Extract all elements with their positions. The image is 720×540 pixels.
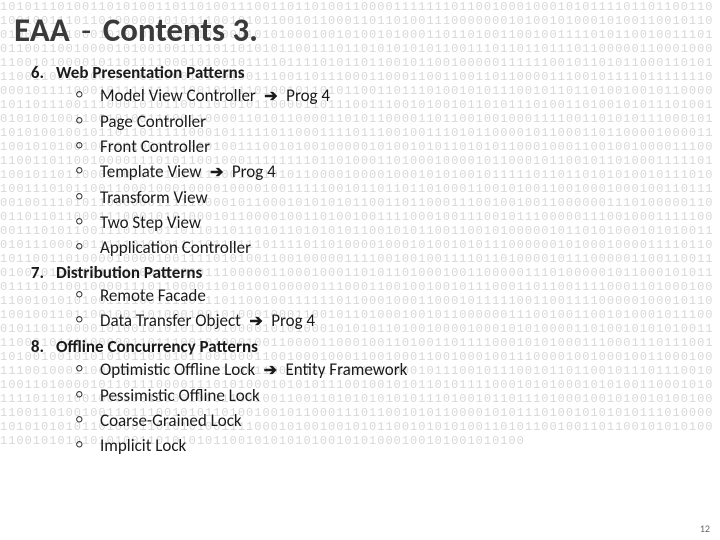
list-item: Application Controller [76,235,720,260]
sub-list: Remote FacadeData Transfer Object ➔ Prog… [24,283,720,334]
section-header-row: 6. Web Presentation Patterns [24,62,720,83]
arrow-right-icon: ➔ [259,362,281,379]
section: 8. Offline Concurrency PatternsOptimistic… [24,336,720,458]
item-text: Page Controller [100,111,206,132]
section-header-row: 8. Offline Concurrency Patterns [24,336,720,357]
list-item: Implicit Lock [76,433,720,458]
arrow-right-icon: ➔ [206,164,228,181]
item-text: Two Step View [100,212,201,233]
page-number: 12 [700,522,710,535]
title-dash: - [74,10,99,50]
list-item: Two Step View [76,210,720,235]
section-header-row: 7. Distribution Patterns [24,262,720,283]
list-item: Optimistic Offline Lock ➔ Entity Framewo… [76,357,720,383]
item-text: Data Transfer Object [100,310,241,331]
item-link: Entity Framework [285,359,407,380]
item-text: Transform View [100,187,208,208]
page-title: EAA - Contents 3. [0,0,720,50]
item-text: Optimistic Offline Lock [100,359,255,380]
main-list: 6. Web Presentation PatternsModel View Co… [24,62,720,458]
item-text: Template View [100,161,202,182]
list-item: Template View ➔ Prog 4 [76,159,720,185]
section: 6. Web Presentation PatternsModel View Co… [24,62,720,260]
item-text: Coarse-Grained Lock [100,410,242,431]
section-number: 6. [24,62,44,83]
arrow-right-icon: ➔ [245,313,267,330]
item-text: Implicit Lock [100,435,186,456]
item-link: Prog 4 [232,161,276,182]
section: 7.Distribution PatternsRemote FacadeData… [24,262,720,334]
title-prefix: EAA [14,10,70,50]
list-item: Data Transfer Object ➔ Prog 4 [76,308,720,334]
list-item: Model View Controller ➔ Prog 4 [76,83,720,109]
slide-content: EAA - Contents 3. 6. Web Presentation Pat… [0,0,720,458]
section-heading: Offline Concurrency Patterns [56,336,258,357]
list-item: Front Controller [76,134,720,159]
item-text: Front Controller [100,136,210,157]
list-item: Page Controller [76,109,720,134]
item-link: Prog 4 [271,310,315,331]
list-item: Pessimistic Offline Lock [76,383,720,408]
sub-list: Optimistic Offline Lock ➔ Entity Framewo… [24,357,720,458]
item-link: Prog 4 [286,85,330,106]
list-item: Coarse-Grained Lock [76,408,720,433]
item-text: Application Controller [100,237,251,258]
section-heading: Web Presentation Patterns [56,62,245,83]
arrow-right-icon: ➔ [260,88,282,105]
item-text: Model View Controller [100,85,256,106]
section-number: 8. [24,336,44,357]
list-item: Remote Facade [76,283,720,308]
list-area: 6. Web Presentation PatternsModel View Co… [0,50,720,458]
list-item: Transform View [76,185,720,210]
section-heading: Distribution Patterns [56,262,202,283]
item-text: Pessimistic Offline Lock [100,385,260,406]
title-suffix: Contents 3. [103,10,258,50]
sub-list: Model View Controller ➔ Prog 4Page Contr… [24,83,720,260]
section-number: 7. [24,262,44,283]
item-text: Remote Facade [100,285,206,306]
